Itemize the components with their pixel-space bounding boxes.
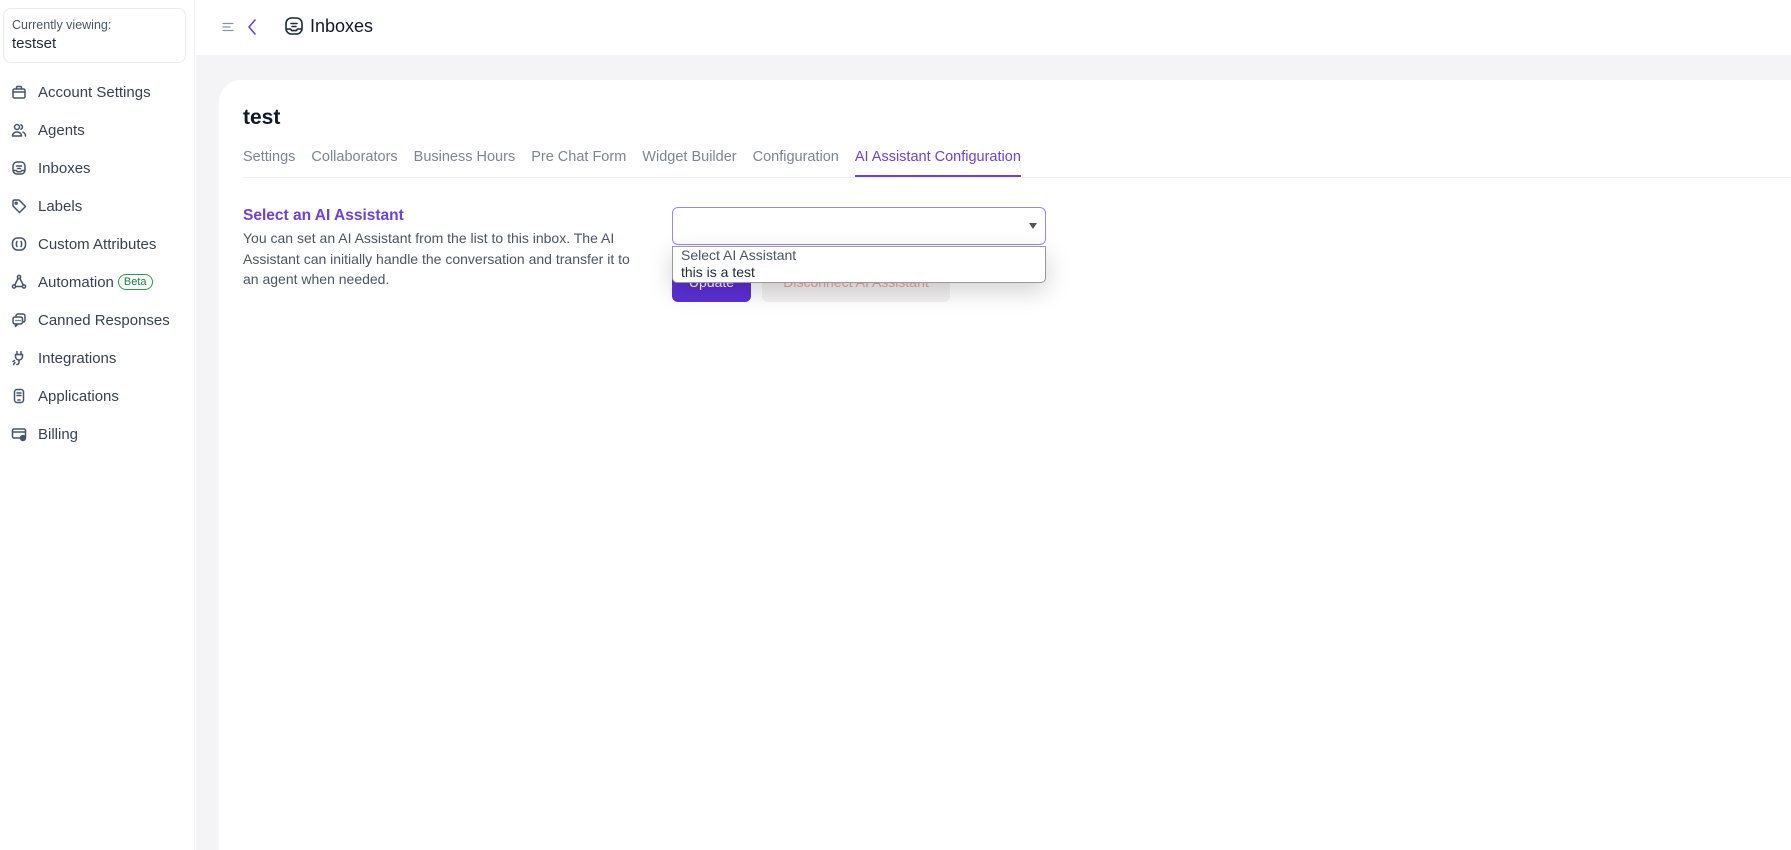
- sidebar-item-label: Applications: [38, 387, 119, 405]
- users-icon: [11, 122, 27, 138]
- sidebar-item-labels[interactable]: Labels: [0, 187, 195, 225]
- dropdown-option[interactable]: this is a test: [681, 264, 1037, 281]
- section-title: Select an AI Assistant: [243, 207, 404, 224]
- ai-assistant-select[interactable]: [672, 207, 1046, 245]
- sidebar-item-inboxes[interactable]: Inboxes: [0, 149, 195, 187]
- briefcase-icon: [11, 84, 27, 100]
- sidebar-item-agents[interactable]: Agents: [0, 111, 195, 149]
- tag-icon: [11, 198, 27, 214]
- settings-nav: Account Settings Agents Inboxes Labels C…: [0, 73, 195, 453]
- sidebar-item-account-settings[interactable]: Account Settings: [0, 73, 195, 111]
- tab-configuration[interactable]: Configuration: [753, 146, 839, 177]
- sidebar-item-label: Billing: [38, 425, 79, 443]
- tab-ai-assistant-configuration[interactable]: AI Assistant Configuration: [854, 146, 1021, 177]
- dropdown-option[interactable]: Select AI Assistant: [681, 247, 1037, 264]
- inbox-icon: [11, 160, 27, 176]
- tab-collaborators[interactable]: Collaborators: [311, 146, 397, 177]
- tab-widget-builder[interactable]: Widget Builder: [642, 146, 736, 177]
- account-name: testset: [12, 35, 57, 52]
- sidebar-item-billing[interactable]: Billing: [0, 415, 195, 453]
- sidebar-item-label: Automation: [38, 273, 114, 291]
- settings-tabs: Settings Collaborators Business Hours Pr…: [243, 146, 1791, 178]
- sidebar-item-label: Account Settings: [38, 83, 151, 101]
- chat-bubbles-icon: [11, 312, 27, 328]
- automation-icon: [11, 274, 27, 290]
- sidebar-item-automation[interactable]: Automation Beta: [0, 263, 195, 301]
- sidebar: Currently viewing: testset Account Setti…: [0, 0, 195, 850]
- sidebar-item-integrations[interactable]: Integrations: [0, 339, 195, 377]
- sidebar-item-label: Custom Attributes: [38, 235, 157, 253]
- beta-badge: Beta: [117, 274, 153, 290]
- tab-business-hours[interactable]: Business Hours: [414, 146, 516, 177]
- section-description: You can set an AI Assistant from the lis…: [243, 230, 630, 287]
- page-title: test: [243, 106, 281, 129]
- chevron-down-icon: [1029, 223, 1037, 229]
- top-header: Inboxes: [196, 0, 1791, 55]
- account-label: Currently viewing:: [12, 18, 112, 32]
- back-icon[interactable]: [246, 18, 258, 36]
- ai-assistant-dropdown-list: Select AI Assistant this is a test: [672, 246, 1046, 283]
- sidebar-item-custom-attributes[interactable]: Custom Attributes: [0, 225, 195, 263]
- billing-icon: [11, 426, 27, 442]
- app-icon: [11, 388, 27, 404]
- sidebar-item-applications[interactable]: Applications: [0, 377, 195, 415]
- settings-card: [219, 80, 1791, 850]
- sidebar-item-label: Labels: [38, 197, 83, 215]
- tab-settings[interactable]: Settings: [243, 146, 295, 177]
- sidebar-item-label: Agents: [38, 121, 85, 139]
- sidebar-item-label: Integrations: [38, 349, 117, 367]
- plug-icon: [11, 350, 27, 366]
- sidebar-item-label: Canned Responses: [38, 311, 170, 329]
- tab-pre-chat-form[interactable]: Pre Chat Form: [531, 146, 626, 177]
- sidebar-item-canned-responses[interactable]: Canned Responses: [0, 301, 195, 339]
- sidebar-toggle-icon[interactable]: [222, 22, 234, 32]
- code-brackets-icon: [11, 236, 27, 252]
- account-switcher[interactable]: Currently viewing: testset: [3, 8, 186, 63]
- inbox-icon: [285, 17, 303, 35]
- sidebar-item-label: Inboxes: [38, 159, 91, 177]
- header-title: Inboxes: [310, 16, 374, 36]
